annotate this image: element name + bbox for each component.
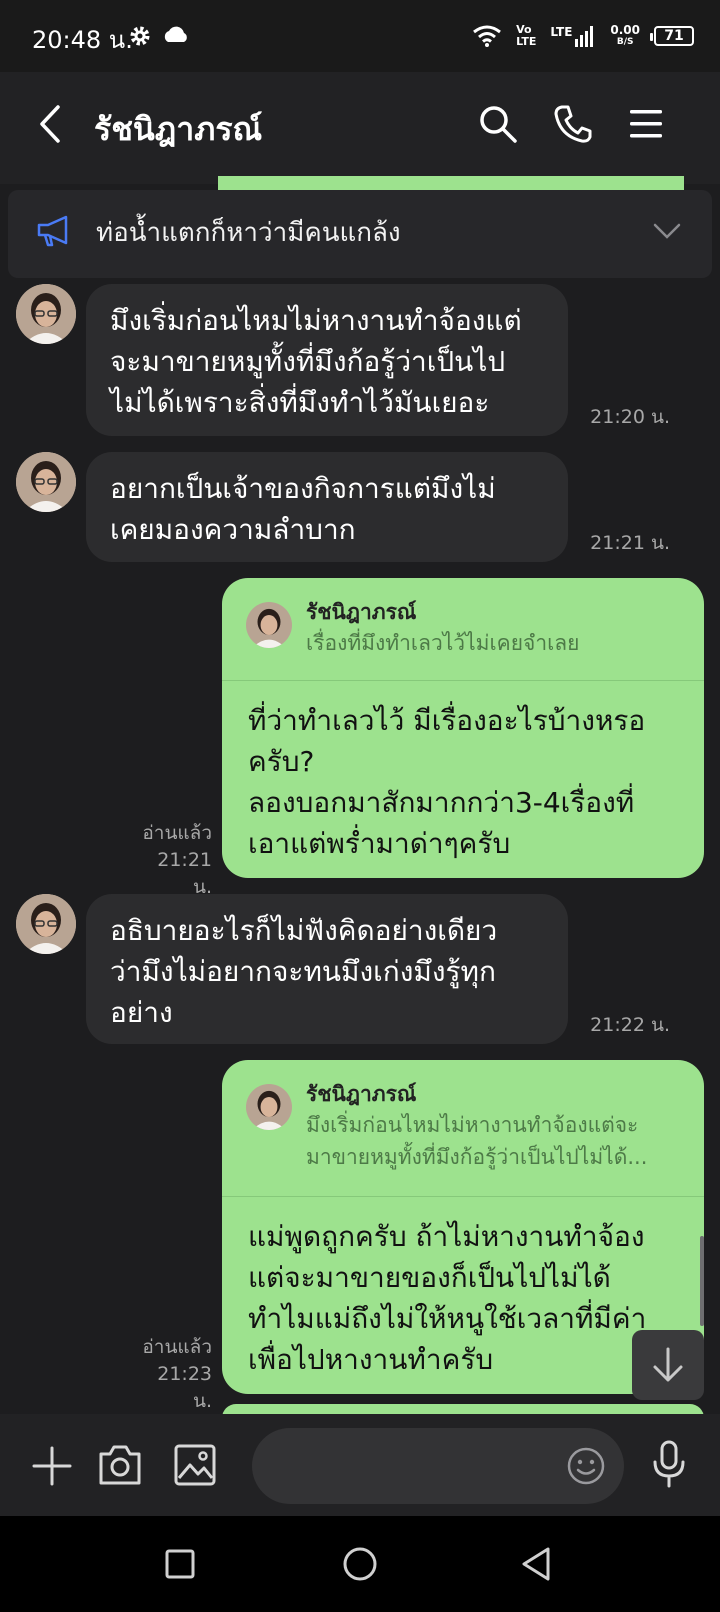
- chat-title: รัชนิฎาภรณ์: [94, 110, 263, 148]
- microphone-icon[interactable]: [652, 1440, 686, 1488]
- megaphone-icon: [37, 215, 68, 247]
- status-icons: Vo LTE LTE 0.00 B/S 71: [472, 18, 694, 54]
- scrollbar[interactable]: [700, 1236, 704, 1326]
- message-line: ทำไมแม่ถึงไม่ให้หนูใช้เวลาที่มีค่า: [248, 1302, 647, 1335]
- quote-text: มึงเริ่มก่อนไหมไม่หางานทำจ้องแต่จะ: [306, 1113, 639, 1137]
- avatar-photo-icon: [246, 602, 292, 648]
- read-receipt: อ่านแล้ว 21:23 น.: [134, 1334, 212, 1415]
- message-timestamp: 21:22 น.: [590, 1014, 670, 1036]
- quote-sender-name: รัชนิฎาภรณ์: [306, 1082, 417, 1106]
- message-line: เอาแต่พร่ำมาด่าๆครับ: [248, 827, 511, 860]
- volte-indicator: Vo LTE: [516, 23, 537, 48]
- message-line: ครับ?: [248, 745, 315, 778]
- avatar-photo-icon: [246, 1084, 292, 1130]
- chevron-down-icon[interactable]: [652, 222, 682, 240]
- avatar[interactable]: [16, 284, 76, 344]
- quote-divider: [222, 680, 704, 681]
- settings-gear-icon: [130, 26, 150, 46]
- message-line: ไม่ได้เพราะสิ่งที่มึงทำไว้มันเยอะ: [110, 386, 490, 419]
- read-label: อ่านแล้ว: [142, 822, 212, 844]
- message-line: อธิบายอะไรก็ไม่ฟังคิดอย่างเดียว: [110, 914, 498, 947]
- avatar-photo-icon: [16, 452, 76, 512]
- arrow-down-icon: [653, 1347, 683, 1382]
- menu-icon[interactable]: [628, 108, 664, 140]
- back-chevron-icon[interactable]: [36, 104, 64, 144]
- search-icon[interactable]: [478, 104, 518, 144]
- battery-level: 71: [664, 28, 684, 44]
- status-time: 20:48 น.: [32, 26, 133, 54]
- message-timestamp: 21:20 น.: [590, 406, 670, 428]
- back-triangle-icon[interactable]: [520, 1546, 554, 1582]
- home-icon[interactable]: [342, 1546, 378, 1582]
- message-line: เคยมองความลำบาก: [110, 513, 356, 546]
- incoming-message-bubble[interactable]: อยากเป็นเจ้าของกิจการแต่มึงไม่ เคยมองควา…: [86, 452, 568, 562]
- quote-divider: [222, 1196, 704, 1197]
- wifi-icon: [473, 25, 502, 47]
- message-line: เพื่อไปหางานทำครับ: [248, 1343, 494, 1376]
- message-line: มึงเริ่มก่อนไหมไม่หางานทำจ้องแต่: [110, 304, 522, 337]
- avatar[interactable]: [16, 894, 76, 954]
- outgoing-message-bubble[interactable]: รัชนิฎาภรณ์ เรื่องที่มึงทำเลวไว้ไม่เคยจำ…: [222, 578, 704, 878]
- emoji-icon[interactable]: [566, 1446, 606, 1486]
- message-timestamp: 21:21 น.: [157, 849, 212, 898]
- read-label: อ่านแล้ว: [142, 1336, 212, 1358]
- message-line: อยากเป็นเจ้าของกิจการแต่มึงไม่: [110, 472, 496, 505]
- plus-icon[interactable]: [32, 1446, 72, 1486]
- scroll-to-bottom-button[interactable]: [632, 1330, 704, 1400]
- camera-icon[interactable]: [98, 1444, 142, 1486]
- incoming-message-bubble[interactable]: อธิบายอะไรก็ไม่ฟังคิดอย่างเดียว ว่ามึงไม…: [86, 894, 568, 1044]
- message-line: แม่พูดถูกครับ ถ้าไม่หางานทำจ้อง: [248, 1220, 645, 1253]
- message-body: ที่ว่าทำเลวไว้ มีเรื่องอะไรบ้างหรอ ครับ?…: [248, 700, 645, 864]
- battery-icon: 71: [650, 26, 694, 46]
- avatar-photo-icon: [16, 894, 76, 954]
- phone-icon[interactable]: [554, 104, 592, 144]
- message-line: อย่าง: [110, 996, 173, 1029]
- cloud-icon: [164, 26, 187, 42]
- message-line: ว่ามึงไม่อยากจะทนมึงเก่งมึงรู้ทุก: [110, 955, 496, 988]
- incoming-message-bubble[interactable]: มึงเริ่มก่อนไหมไม่หางานทำจ้องแต่ จะมาขาย…: [86, 284, 568, 436]
- message-body: แม่พูดถูกครับ ถ้าไม่หางานทำจ้อง แต่จะมาข…: [248, 1216, 646, 1380]
- net-speed: 0.00 B/S: [610, 23, 640, 47]
- signal-bars-icon: [575, 26, 594, 47]
- quote-text: มาขายหมูทั้งที่มึงก้อรู้ว่าเป็นไปไม่ได้.…: [306, 1145, 648, 1169]
- message-line: ที่ว่าทำเลวไว้ มีเรื่องอะไรบ้างหรอ: [248, 704, 646, 737]
- read-receipt: อ่านแล้ว 21:21 น.: [134, 820, 212, 901]
- announcement-text: ท่อน้ำแตกก็หาว่ามีคนแกล้ง: [96, 218, 401, 248]
- quote-avatar: [246, 602, 292, 648]
- message-timestamp: 21:21 น.: [590, 532, 670, 554]
- recent-apps-icon[interactable]: [164, 1548, 196, 1580]
- message-line: จะมาขายหมูทั้งที่มึงก้อรู้ว่าเป็นไป: [110, 345, 506, 378]
- avatar[interactable]: [16, 452, 76, 512]
- image-icon[interactable]: [174, 1444, 216, 1486]
- message-line: ลองบอกมาสักมากกว่า3-4เรื่องที่: [248, 786, 635, 819]
- signal-indicator: LTE: [550, 25, 596, 47]
- message-line: แต่จะมาขายของก็เป็นไปไม่ได้: [248, 1261, 611, 1294]
- status-bar: 20:48 น. Vo LTE LTE 0.00 B/S 71: [0, 0, 720, 72]
- quote-sender-name: รัชนิฎาภรณ์: [306, 600, 417, 624]
- quote-avatar: [246, 1084, 292, 1130]
- avatar-photo-icon: [16, 284, 76, 344]
- quote-text: เรื่องที่มึงทำเลวไว้ไม่เคยจำเลย: [306, 631, 580, 655]
- message-timestamp: 21:23 น.: [157, 1363, 212, 1412]
